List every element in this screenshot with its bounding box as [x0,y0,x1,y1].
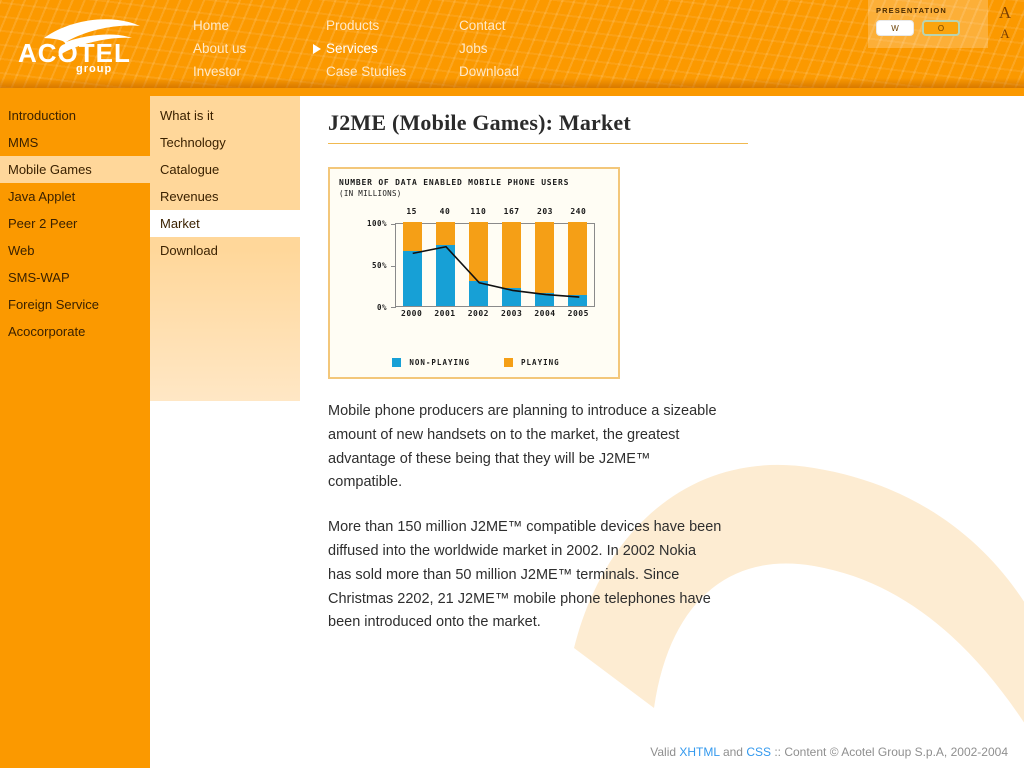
chart-top-label: 167 [503,207,520,216]
nav-item-jobs[interactable]: Jobs [446,37,579,60]
chart-subtitle: (IN MILLIONS) [339,189,402,198]
font-decrease-button[interactable]: A [994,24,1016,44]
font-increase-button[interactable]: A [994,2,1016,24]
site-footer: Valid XHTML and CSS :: Content © Acotel … [650,745,1008,759]
subnav-item-what-is-it[interactable]: What is it [150,102,300,129]
sidebar-item-acocorporate[interactable]: Acocorporate [0,318,150,345]
legend-swatch-icon [392,358,402,367]
chart-x-axis-labels: 2000 2001 2002 2003 2004 2005 [395,309,595,318]
presentation-buttons: W O [876,20,980,36]
sidebar-item-peer-2-peer[interactable]: Peer 2 Peer [0,210,150,237]
chart-ytick: 0% [376,303,387,312]
chart-ytick: 50% [371,261,387,270]
sidebar-primary: Introduction MMS Mobile Games Java Apple… [0,96,150,768]
sidebar-item-introduction[interactable]: Introduction [0,102,150,129]
chart-xtick: 2002 [467,309,489,318]
chart-xtick: 2001 [434,309,456,318]
nav-item-download[interactable]: Download [446,60,579,83]
nav-item-investor[interactable]: Investor [180,60,313,83]
nav-column-2: Products Services Case Studies [313,14,446,83]
footer-link-css[interactable]: CSS [746,745,771,759]
nav-column-1: Home About us Investor [180,14,313,83]
chart-top-label: 203 [537,207,553,216]
nav-item-about-us[interactable]: About us [180,37,313,60]
svg-text:group: group [76,63,112,75]
chart-legend: NON-PLAYING PLAYING [339,358,613,367]
chart-plot [391,222,595,308]
sidebar-item-mms[interactable]: MMS [0,129,150,156]
font-size-controls: A A [994,2,1016,44]
legend-label: NON-PLAYING [409,358,471,367]
subnav-item-market[interactable]: Market [150,210,300,237]
acotel-logo[interactable]: ACOTEL group [14,12,150,76]
chart-xtick: 2000 [401,309,423,318]
nav-item-case-studies[interactable]: Case Studies [313,60,446,83]
header-accent-band [0,88,1024,96]
page-title: J2ME (Mobile Games): Market [328,110,748,144]
legend-swatch-icon [504,358,514,367]
chart-trend-line [412,245,580,298]
chart-ytick: 100% [366,219,387,228]
chart-top-label: 40 [439,207,451,216]
chart-top-labels: 15 40 110 167 203 240 [395,207,595,221]
presentation-label: PRESENTATION [876,6,947,15]
body-paragraph-2: More than 150 million J2ME™ compatible d… [328,519,722,631]
sidebar-item-web[interactable]: Web [0,237,150,264]
sidebar-item-sms-wap[interactable]: SMS-WAP [0,264,150,291]
chart-top-label: 240 [570,207,587,216]
sidebar-item-mobile-games[interactable]: Mobile Games [0,156,150,183]
footer-mid: and [719,745,747,759]
legend-label: PLAYING [521,358,560,367]
nav-item-services[interactable]: Services [313,37,446,60]
footer-suffix: :: Content © Acotel Group S.p.A, 2002-20… [771,745,1008,759]
subnav-item-revenues[interactable]: Revenues [150,183,300,210]
subnav-item-download[interactable]: Download [150,237,300,264]
footer-prefix: Valid [650,745,680,759]
presentation-orange-button[interactable]: O [922,20,960,36]
chart-y-axis-labels: 100% 50% 0% [339,219,391,312]
chart-plot-area: 15 40 110 167 203 240 100% 50% 0% 2000 2… [339,207,609,342]
sidebar-item-java-applet[interactable]: Java Applet [0,183,150,210]
legend-entry-non-playing: NON-PLAYING [392,358,470,367]
sidebar-secondary: What is it Technology Catalogue Revenues… [150,96,300,401]
primary-navigation: Home About us Investor Products Services… [180,14,579,83]
nav-item-contact[interactable]: Contact [446,14,579,37]
svg-text:ACOTEL: ACOTEL [18,38,131,68]
chart-top-label: 110 [470,207,487,216]
chart-xtick: 2004 [534,309,556,318]
chart-top-label: 15 [406,207,417,216]
subnav-item-catalogue[interactable]: Catalogue [150,156,300,183]
main-content: J2ME (Mobile Games): Market NUMBER OF DA… [328,110,748,635]
chart-xtick: 2003 [501,309,523,318]
nav-item-home[interactable]: Home [180,14,313,37]
page-root: ACOTEL group Home About us Investor Prod… [0,0,1024,768]
sidebar-item-foreign-service[interactable]: Foreign Service [0,291,150,318]
presentation-white-button[interactable]: W [876,20,914,36]
acotel-logo-icon: ACOTEL group [18,19,140,75]
footer-link-xhtml[interactable]: XHTML [679,745,719,759]
body-paragraph-1: Mobile phone producers are planning to i… [328,403,717,491]
presentation-panel: PRESENTATION W O [868,0,988,48]
chart-xtick: 2005 [567,309,589,318]
nav-item-products[interactable]: Products [313,14,446,37]
chart-title: NUMBER OF DATA ENABLED MOBILE PHONE USER… [339,178,570,187]
nav-column-3: Contact Jobs Download [446,14,579,83]
chart-card: NUMBER OF DATA ENABLED MOBILE PHONE USER… [328,167,620,379]
subnav-item-technology[interactable]: Technology [150,129,300,156]
legend-entry-playing: PLAYING [504,358,560,367]
